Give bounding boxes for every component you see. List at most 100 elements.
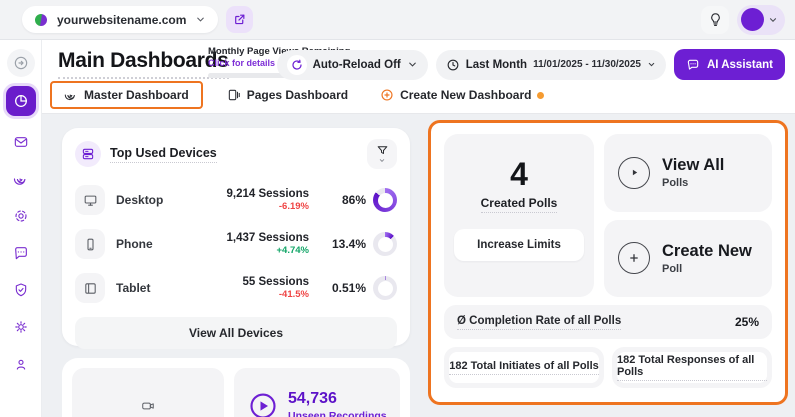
gear-icon (13, 319, 29, 335)
chat-bubble-icon (13, 245, 29, 261)
open-site-button[interactable] (226, 6, 253, 33)
chevron-down-icon (647, 60, 656, 69)
sessions-delta: -6.19% (189, 201, 309, 212)
avatar (741, 8, 764, 31)
period-label: Last Month (466, 59, 527, 71)
sidebar-item-heatmaps[interactable] (7, 202, 35, 230)
clock-icon (446, 58, 460, 72)
share-percent: 86% (342, 193, 366, 207)
tab-create-new-dashboard[interactable]: Create New Dashboard (372, 83, 552, 107)
plus-circle-icon (380, 88, 394, 102)
chat-ai-icon (686, 58, 700, 72)
unseen-recordings-label: Unseen Recordings (288, 410, 387, 417)
completion-rate-row: Ø Completion Rate of all Polls 25% (444, 305, 772, 339)
sidebar-item-settings[interactable] (7, 313, 35, 341)
period-range: 11/01/2025 - 11/30/2025 (533, 59, 641, 70)
unseen-recordings-tile[interactable]: 54,736 Unseen Recordings (234, 368, 400, 417)
device-row-desktop[interactable]: Desktop 9,214 Sessions -6.19% 86% (75, 178, 397, 222)
plus-icon (618, 242, 650, 274)
tab-label: Create New Dashboard (400, 88, 531, 102)
page-title: Main Dashboards (58, 49, 229, 79)
dashboard-tabs: Master Dashboard Pages Dashboard Create … (50, 81, 552, 109)
site-favicon-icon (34, 13, 48, 27)
funnel-icon (376, 144, 389, 157)
total-responses-card: 182 Total Responses of all Polls (612, 347, 772, 388)
sessions-delta: -41.5% (189, 289, 309, 300)
tab-master-dashboard[interactable]: Master Dashboard (50, 81, 203, 109)
ai-assistant-label: AI Assistant (707, 59, 773, 71)
polls-panel: 4 Created Polls Increase Limits View All… (428, 120, 788, 405)
lightbulb-icon (708, 12, 723, 27)
play-circle-icon (248, 391, 278, 417)
video-camera-icon (140, 399, 156, 413)
desktop-icon (75, 185, 105, 215)
main-content: Top Used Devices Desktop 9,214 Sessions … (42, 114, 795, 417)
site-selector[interactable]: yourwebsitename.com (22, 6, 218, 33)
spiral-icon (64, 88, 78, 102)
top-used-devices-card: Top Used Devices Desktop 9,214 Sessions … (62, 128, 410, 346)
tips-button[interactable] (701, 6, 729, 34)
sidebar-item-inbox[interactable] (7, 128, 35, 156)
sessions-delta: +4.74% (189, 245, 309, 256)
donut-ring (373, 188, 397, 212)
auto-reload-label: Auto-Reload Off (313, 59, 401, 71)
completion-rate-label: Ø Completion Rate of all Polls (457, 315, 621, 330)
topbar: yourwebsitename.com (0, 0, 795, 40)
unseen-recordings-count: 54,736 (288, 390, 387, 408)
shield-check-icon (13, 282, 29, 298)
tab-pages-dashboard[interactable]: Pages Dashboard (219, 83, 356, 107)
created-polls-card: 4 Created Polls Increase Limits (444, 134, 594, 297)
filter-button[interactable] (367, 139, 397, 169)
target-icon (13, 208, 29, 224)
sessions-value: 55 Sessions (189, 276, 309, 288)
account-menu[interactable] (737, 5, 785, 35)
sidebar-item-recordings[interactable] (7, 165, 35, 193)
share-percent: 13.4% (332, 237, 366, 251)
device-row-tablet[interactable]: Tablet 55 Sessions -41.5% 0.51% (75, 266, 397, 310)
expand-sidebar-button[interactable] (7, 49, 35, 77)
chevron-down-icon (378, 157, 386, 164)
arrow-right-circle-icon (13, 55, 29, 71)
view-all-polls-button[interactable]: View All Polls (604, 134, 772, 212)
recordings-card: 54,736 Unseen Recordings (62, 358, 410, 417)
sessions-value: 9,214 Sessions (189, 188, 309, 200)
total-responses-button[interactable]: 182 Total Responses of all Polls (617, 352, 767, 383)
created-polls-value: 4 (510, 158, 528, 190)
external-link-icon (233, 13, 246, 26)
sidebar-item-visitors[interactable] (7, 350, 35, 378)
sessions-value: 1,437 Sessions (189, 232, 309, 244)
recordings-preview-tile[interactable] (72, 368, 224, 417)
increase-limits-button[interactable]: Increase Limits (454, 229, 584, 261)
page-header: Main Dashboards Monthly Page Views Remai… (42, 40, 795, 114)
sidebar-item-feedback[interactable] (7, 239, 35, 267)
play-icon (618, 157, 650, 189)
donut-ring (373, 232, 397, 256)
pie-chart-icon (13, 93, 29, 109)
sidebar-item-security[interactable] (7, 276, 35, 304)
mail-icon (13, 134, 29, 150)
chevron-down-icon (768, 15, 778, 25)
card-title: Top Used Devices (110, 146, 217, 163)
tab-label: Pages Dashboard (247, 88, 348, 102)
auto-reload-dropdown[interactable]: Auto-Reload Off (277, 50, 428, 80)
donut-ring (373, 276, 397, 300)
chevron-down-icon (195, 14, 206, 25)
created-polls-label: Created Polls (481, 196, 558, 213)
total-initiates-button[interactable]: 182 Total Initiates of all Polls (449, 352, 599, 383)
ai-assistant-button[interactable]: AI Assistant (674, 49, 785, 80)
share-percent: 0.51% (332, 281, 366, 295)
phone-icon (75, 229, 105, 259)
sidebar-item-dashboards[interactable] (6, 86, 36, 116)
refresh-icon (287, 55, 307, 75)
notification-dot (537, 92, 544, 99)
tab-label: Master Dashboard (84, 88, 189, 102)
date-range-picker[interactable]: Last Month 11/01/2025 - 11/30/2025 (436, 50, 666, 80)
pages-icon (227, 88, 241, 102)
device-row-phone[interactable]: Phone 1,437 Sessions +4.74% 13.4% (75, 222, 397, 266)
view-all-devices-button[interactable]: View All Devices (75, 317, 397, 349)
total-initiates-card: 182 Total Initiates of all Polls (444, 347, 604, 388)
create-new-poll-button[interactable]: Create New Poll (604, 220, 772, 298)
tablet-icon (75, 273, 105, 303)
spiral-icon (13, 171, 29, 187)
sidebar (0, 40, 42, 417)
